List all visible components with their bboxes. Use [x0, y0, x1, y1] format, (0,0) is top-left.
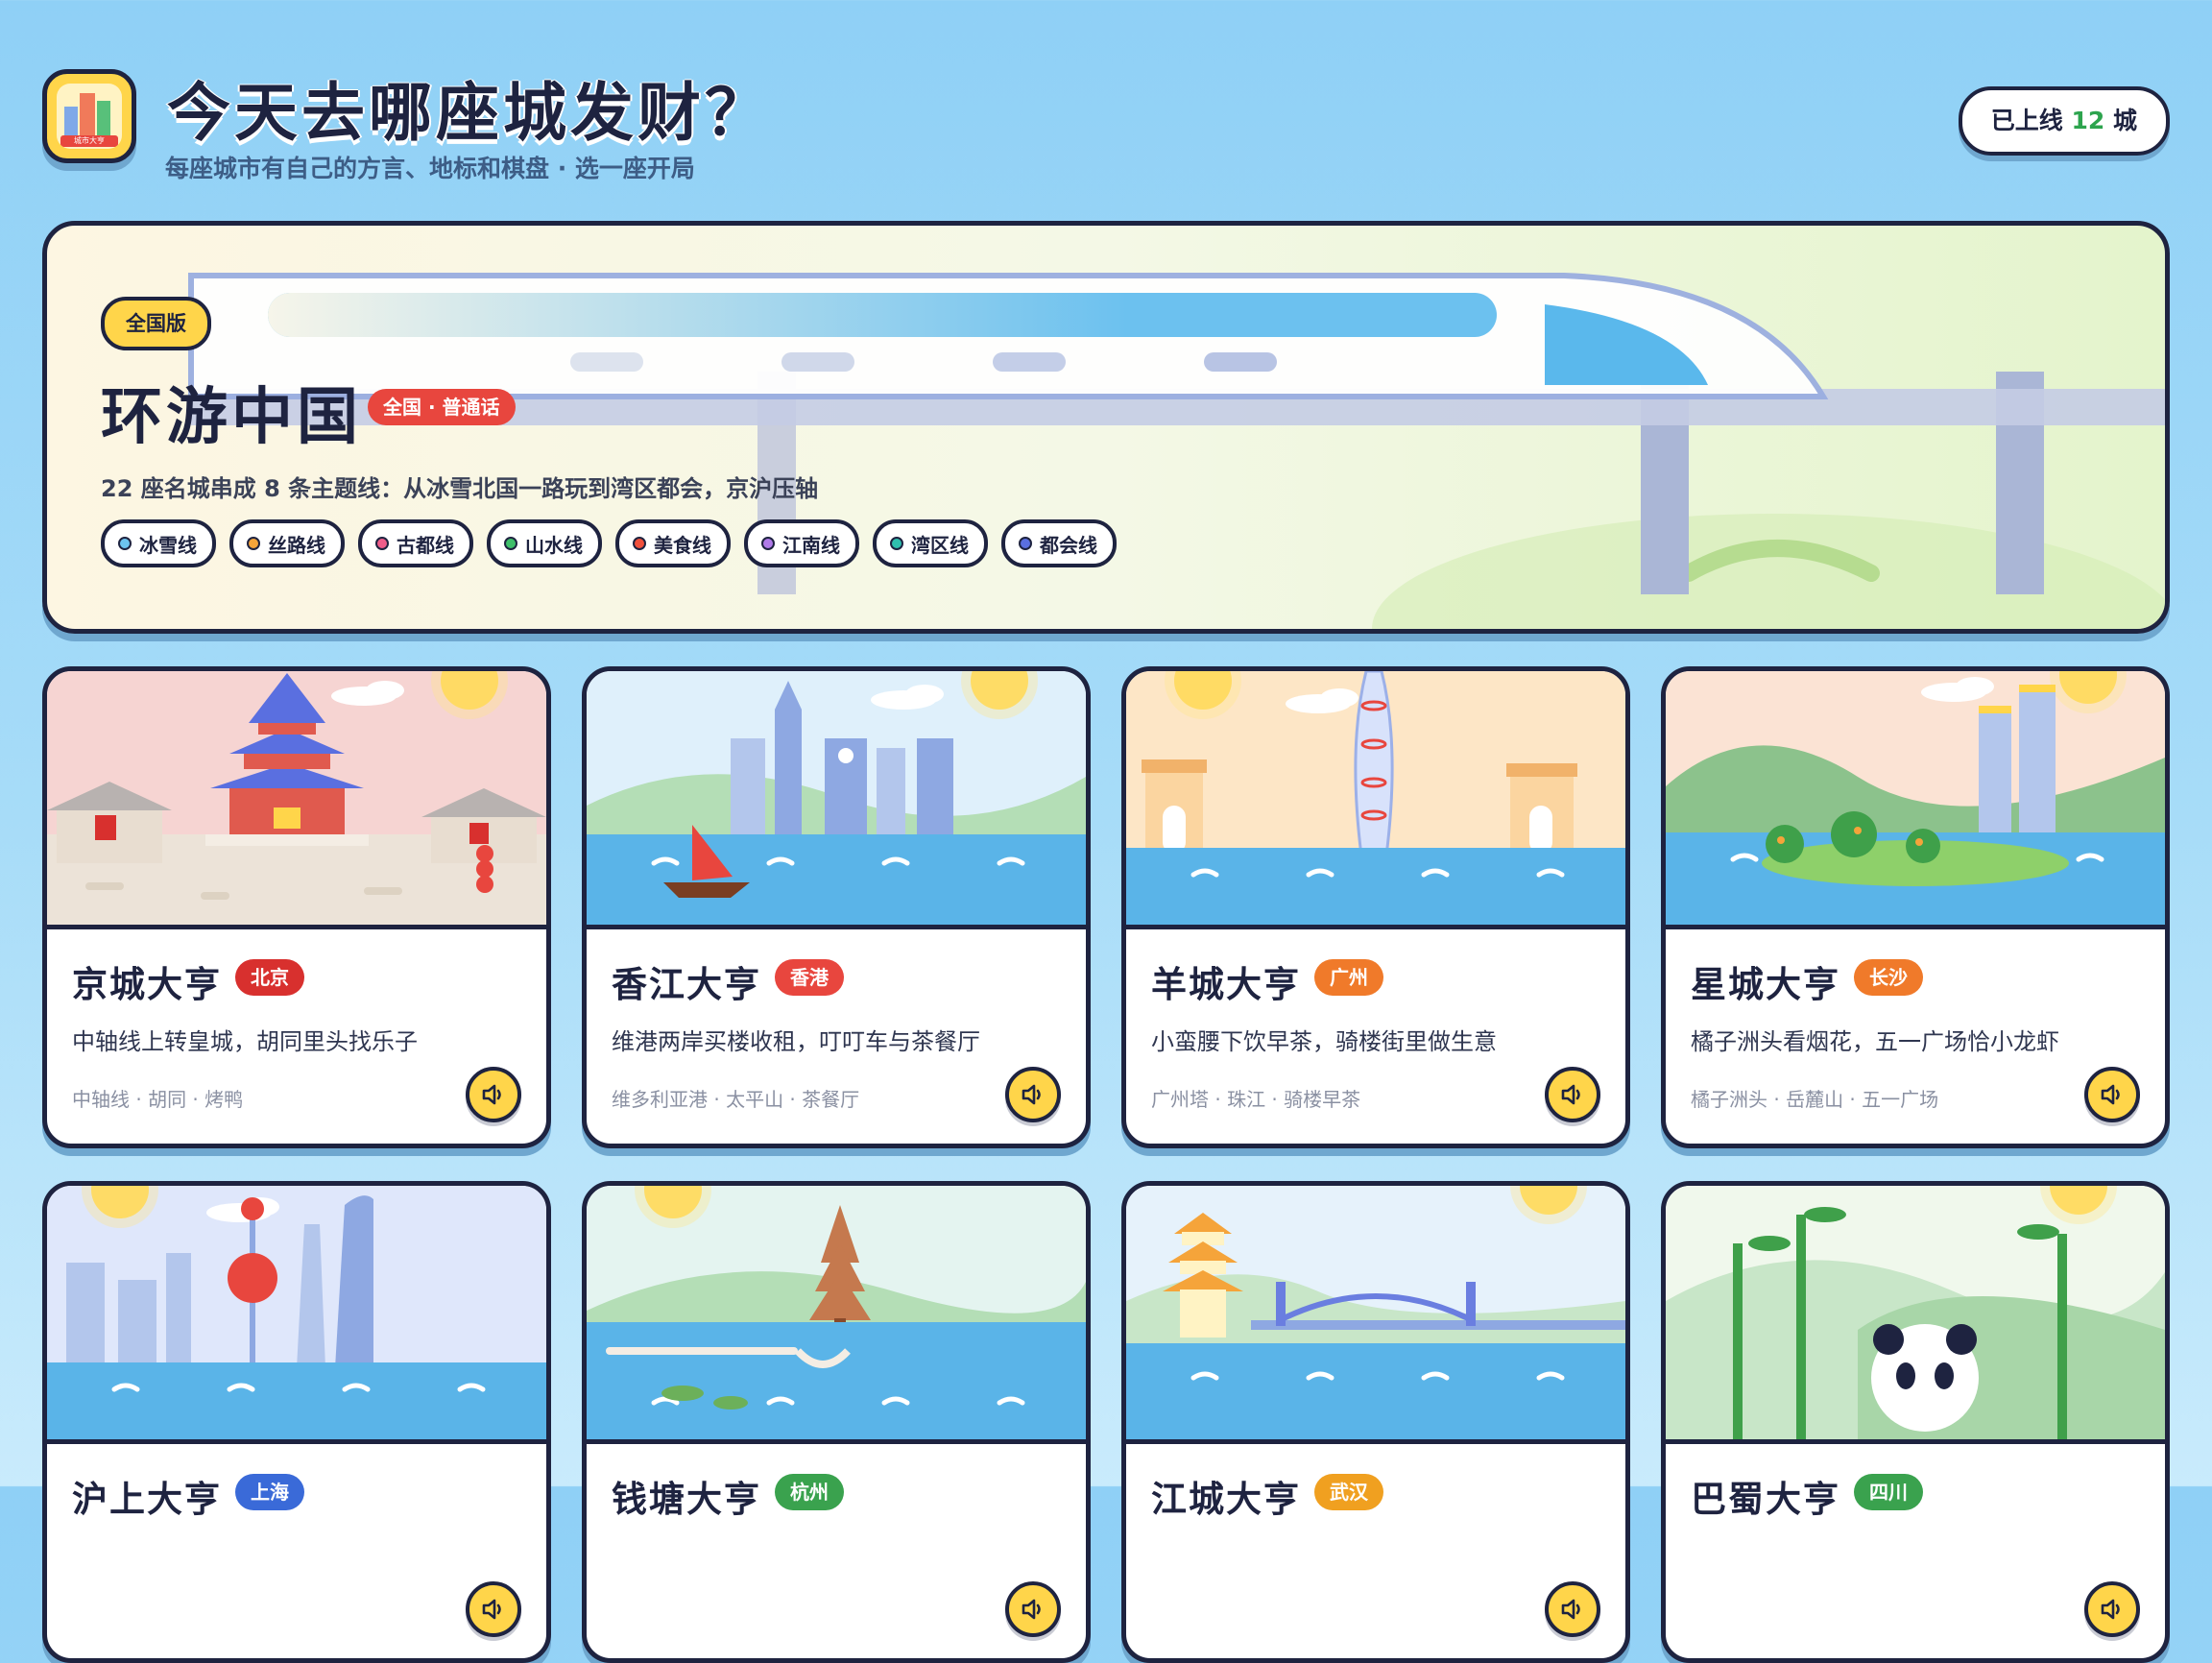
page-title: 今天去哪座城发财？: [167, 76, 772, 150]
online-count-badge: 已上线 12 城: [1958, 86, 2170, 156]
city-region-badge: 武汉: [1314, 1474, 1383, 1510]
city-name: 巴蜀大亨: [1691, 1479, 1840, 1520]
city-name: 江城大亨: [1151, 1479, 1301, 1520]
city-description: 橘子洲头看烟花，五一广场恰小龙虾: [1691, 1028, 2059, 1055]
city-scene-illustration: [1666, 671, 2165, 929]
theme-line-chip[interactable]: 丝路线: [229, 519, 345, 567]
city-name: 沪上大亨: [72, 1479, 222, 1520]
city-description: 维港两岸买楼收租，叮叮车与茶餐厅: [612, 1028, 980, 1055]
speaker-icon: [2101, 1599, 2120, 1620]
city-region-badge: 广州: [1314, 959, 1383, 996]
hero-title: 环游中国: [101, 382, 362, 453]
theme-line-chip[interactable]: 江南线: [744, 519, 859, 567]
city-region-badge: 四川: [1854, 1474, 1923, 1510]
city-region-badge: 长沙: [1854, 959, 1923, 996]
theme-line-chip[interactable]: 古都线: [358, 519, 473, 567]
speaker-icon: [1022, 1599, 1041, 1620]
line-color-dot-icon: [375, 537, 389, 550]
city-description: 小蛮腰下饮早茶，骑楼街里做生意: [1151, 1028, 1497, 1055]
city-landmark-tags: 中轴线 · 胡同 · 烤鸭: [72, 1088, 244, 1111]
city-name: 香江大亨: [612, 964, 761, 1005]
theme-line-label: 冰雪线: [139, 533, 197, 557]
theme-line-label: 都会线: [1040, 533, 1097, 557]
city-description: 中轴线上转皇城，胡同里头找乐子: [72, 1028, 418, 1055]
city-card[interactable]: 香江大亨 香港 维港两岸买楼收租，叮叮车与茶餐厅 维多利亚港 · 太平山 · 茶…: [582, 666, 1091, 1148]
page-header: 城市大亨 今天去哪座城发财？ 每座城市有自己的方言、地标和棋盘 · 选一座开局 …: [42, 61, 2170, 196]
hero-region-badge: 全国 · 普通话: [368, 389, 516, 425]
line-color-dot-icon: [247, 537, 260, 550]
city-region-badge: 上海: [235, 1474, 304, 1510]
speaker-icon: [1561, 1599, 1580, 1620]
city-name: 羊城大亨: [1151, 964, 1301, 1005]
play-dialect-audio-button[interactable]: [1545, 1581, 1600, 1637]
theme-line-chip[interactable]: 湾区线: [873, 519, 988, 567]
hero-description: 22 座名城串成 8 条主题线：从冰雪北国一路玩到湾区都会，京沪压轴: [101, 475, 819, 502]
line-color-dot-icon: [761, 537, 775, 550]
city-name: 钱塘大亨: [612, 1479, 761, 1520]
online-count: 12: [2071, 107, 2105, 134]
bullet-train-illustration: [188, 273, 2165, 629]
theme-line-chip[interactable]: 山水线: [487, 519, 602, 567]
city-scene-illustration: [1666, 1186, 2165, 1444]
national-edition-tag: 全国版: [101, 297, 211, 350]
theme-line-label: 美食线: [654, 533, 711, 557]
city-card[interactable]: 江城大亨 武汉: [1121, 1181, 1630, 1663]
city-region-badge: 杭州: [775, 1474, 844, 1510]
city-region-badge: 香港: [775, 959, 844, 996]
line-color-dot-icon: [890, 537, 903, 550]
theme-line-label: 山水线: [525, 533, 583, 557]
play-dialect-audio-button[interactable]: [2084, 1067, 2140, 1122]
city-name: 星城大亨: [1691, 964, 1840, 1005]
speaker-icon: [1561, 1084, 1580, 1105]
theme-line-chip[interactable]: 冰雪线: [101, 519, 216, 567]
city-scene-illustration: [587, 671, 1086, 929]
line-color-dot-icon: [504, 537, 517, 550]
page-subtitle: 每座城市有自己的方言、地标和棋盘 · 选一座开局: [165, 155, 695, 182]
city-region-badge: 北京: [235, 959, 304, 996]
city-name: 京城大亨: [72, 964, 222, 1005]
national-edition-card[interactable]: 全国版 环游中国 全国 · 普通话 22 座名城串成 8 条主题线：从冰雪北国一…: [42, 221, 2170, 634]
line-color-dot-icon: [1019, 537, 1032, 550]
city-card[interactable]: 沪上大亨 上海: [42, 1181, 551, 1663]
city-card[interactable]: 京城大亨 北京 中轴线上转皇城，胡同里头找乐子 中轴线 · 胡同 · 烤鸭: [42, 666, 551, 1148]
play-dialect-audio-button[interactable]: [466, 1581, 521, 1637]
line-color-dot-icon: [633, 537, 646, 550]
city-landmark-tags: 维多利亚港 · 太平山 · 茶餐厅: [612, 1088, 860, 1111]
speaker-icon: [482, 1599, 501, 1620]
theme-line-label: 古都线: [397, 533, 454, 557]
city-landmark-tags: 广州塔 · 珠江 · 骑楼早茶: [1151, 1088, 1361, 1111]
city-card[interactable]: 羊城大亨 广州 小蛮腰下饮早茶，骑楼街里做生意 广州塔 · 珠江 · 骑楼早茶: [1121, 666, 1630, 1148]
play-dialect-audio-button[interactable]: [466, 1067, 521, 1122]
city-card[interactable]: 巴蜀大亨 四川: [1661, 1181, 2170, 1663]
theme-line-label: 丝路线: [268, 533, 325, 557]
speaker-icon: [482, 1084, 501, 1105]
play-dialect-audio-button[interactable]: [1005, 1067, 1061, 1122]
app-logo-label: 城市大亨: [60, 135, 118, 147]
speaker-icon: [2101, 1084, 2120, 1105]
city-scene-illustration: [1126, 671, 1625, 929]
play-dialect-audio-button[interactable]: [2084, 1581, 2140, 1637]
line-color-dot-icon: [118, 537, 132, 550]
city-scene-illustration: [587, 1186, 1086, 1444]
city-card[interactable]: 星城大亨 长沙 橘子洲头看烟花，五一广场恰小龙虾 橘子洲头 · 岳麓山 · 五一…: [1661, 666, 2170, 1148]
city-scene-illustration: [1126, 1186, 1625, 1444]
theme-line-label: 江南线: [782, 533, 840, 557]
theme-line-chips: 冰雪线 丝路线 古都线 山水线 美食线 江南线 湾区线 都会线: [101, 519, 1117, 567]
speaker-icon: [1022, 1084, 1041, 1105]
city-card[interactable]: 钱塘大亨 杭州: [582, 1181, 1091, 1663]
play-dialect-audio-button[interactable]: [1545, 1067, 1600, 1122]
city-scene-illustration: [47, 1186, 546, 1444]
app-logo-icon: 城市大亨: [42, 69, 136, 163]
online-prefix: 已上线: [1990, 107, 2063, 134]
city-landmark-tags: 橘子洲头 · 岳麓山 · 五一广场: [1691, 1088, 1939, 1111]
online-suffix: 城: [2112, 107, 2137, 134]
play-dialect-audio-button[interactable]: [1005, 1581, 1061, 1637]
city-scene-illustration: [47, 671, 546, 929]
theme-line-chip[interactable]: 美食线: [615, 519, 731, 567]
theme-line-chip[interactable]: 都会线: [1001, 519, 1117, 567]
theme-line-label: 湾区线: [911, 533, 969, 557]
